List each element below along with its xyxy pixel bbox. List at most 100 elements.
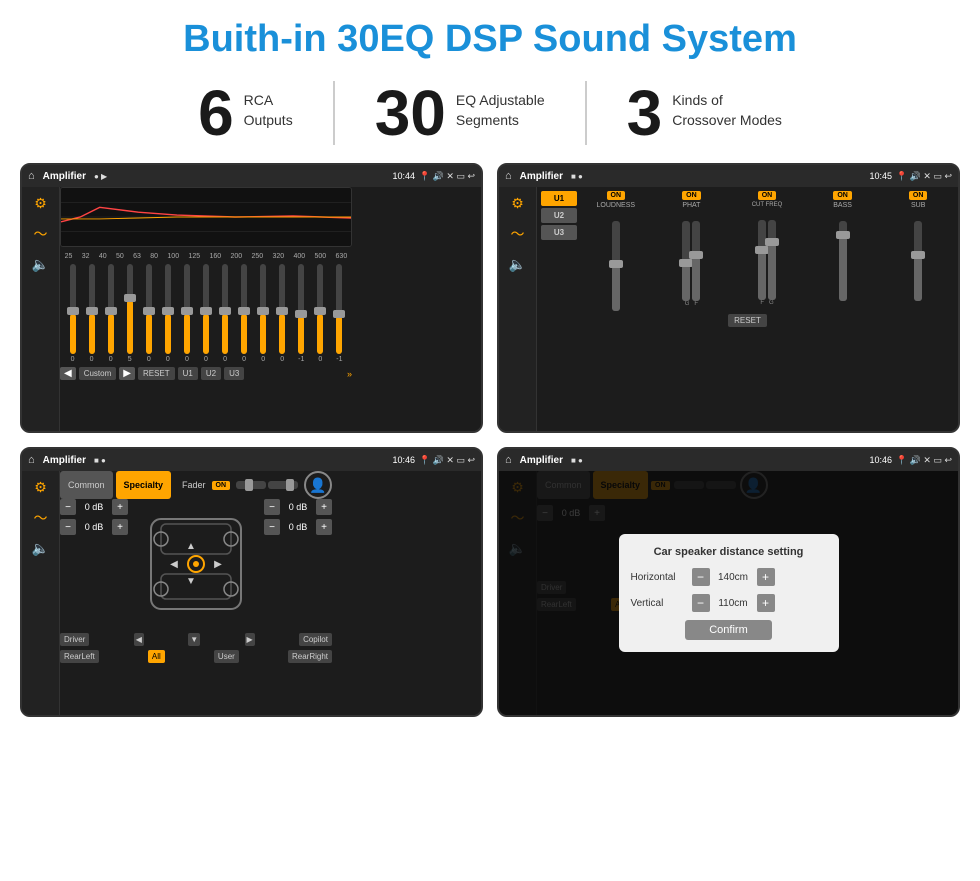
loudness-label: LOUDNESS [597,202,636,209]
confirm-button[interactable]: Confirm [685,620,772,640]
db-row-2: − 0 dB + [60,519,128,535]
bass-label: BASS [833,202,852,209]
screen3-title: Amplifier [43,455,86,466]
bass-on[interactable]: ON [833,191,852,200]
cutfreq-slider-f[interactable] [758,220,766,300]
sub-on[interactable]: ON [909,191,928,200]
horizontal-plus[interactable]: + [757,568,775,586]
phat-slider-f[interactable] [692,221,700,301]
plus-btn-4[interactable]: + [316,519,332,535]
eq-mode-icon[interactable]: ⚙ [34,195,47,212]
home-icon-1[interactable]: ⌂ [28,170,35,182]
bottom-buttons-3: Driver ◀ ▼ ▶ Copilot [60,633,332,646]
u1-button-1[interactable]: U1 [178,367,198,380]
status-bar-2: ⌂ Amplifier ■ ● 10:45 📍 🔊 ✕ ▭ ↩ [499,165,958,187]
db-row-3: − 0 dB + [264,499,332,515]
more-icon: » [347,369,352,379]
screen1-title: Amplifier [43,171,86,182]
stat-item-eq: 30 EQ AdjustableSegments [335,81,587,145]
dots-2: ■ ● [571,172,583,181]
dialog-box: Car speaker distance setting Horizontal … [619,534,839,652]
amp2-bottom: RESET [541,314,954,327]
minus-btn-3[interactable]: − [264,499,280,515]
rearleft-btn-3[interactable]: RearLeft [60,650,99,663]
down-arrow-3[interactable]: ▼ [188,633,200,646]
all-btn-3[interactable]: All [148,650,165,663]
left-arrow-3[interactable]: ◀ [134,633,144,646]
speaker-icon-2[interactable]: 🔈 [509,256,526,273]
home-icon-2[interactable]: ⌂ [505,170,512,182]
left-sidebar-1: ⚙ 〜 🔈 [22,187,60,431]
left-sidebar-3: ⚙ 〜 🔈 [22,471,60,715]
avatar-icon-3[interactable]: 👤 [304,471,332,499]
db-row-4: − 0 dB + [264,519,332,535]
plus-btn-3[interactable]: + [316,499,332,515]
db-row-1: − 0 dB + [60,499,128,515]
svg-text:▼: ▼ [186,576,196,587]
home-icon-3[interactable]: ⌂ [28,454,35,466]
fader-on-btn[interactable]: ON [212,481,231,490]
vertical-plus[interactable]: + [757,594,775,612]
loudness-on[interactable]: ON [607,191,626,200]
u2-preset[interactable]: U2 [541,208,577,223]
bass-channel: ON BASS [807,191,879,311]
loudness-slider[interactable] [612,221,620,311]
copilot-btn-3[interactable]: Copilot [299,633,332,646]
home-icon-4[interactable]: ⌂ [505,454,512,466]
custom-button[interactable]: Custom [79,367,117,380]
reset-button-2[interactable]: RESET [728,314,767,327]
minus-btn-1[interactable]: − [60,499,76,515]
slider-col-10: 0 [236,264,253,363]
phat-label: PHAT [682,202,700,209]
vertical-minus[interactable]: − [692,594,710,612]
reset-button-1[interactable]: RESET [138,367,175,380]
next-button[interactable]: ▶ [119,367,135,380]
cutfreq-slider-g[interactable] [768,220,776,300]
phat-slider-g[interactable] [682,221,690,301]
stat-number-eq: 30 [375,81,446,145]
prev-button[interactable]: ◀ [60,367,76,380]
eq-main-area: 2532405063 80100125160200 25032040050063… [60,187,352,431]
bass-slider[interactable] [839,221,847,301]
wave-icon[interactable]: 〜 [34,224,48,244]
eq-sliders: 0 0 0 5 0 [60,264,352,363]
plus-btn-2[interactable]: + [112,519,128,535]
slider-col-1: 0 [64,264,81,363]
horizontal-minus[interactable]: − [692,568,710,586]
rearright-btn-3[interactable]: RearRight [288,650,332,663]
status-bar-1: ⌂ Amplifier ● ▶ 10:44 📍 🔊 ✕ ▭ ↩ [22,165,481,187]
eq-graph [60,187,352,247]
u3-button-1[interactable]: U3 [224,367,244,380]
dots-1: ● ▶ [94,172,107,181]
sub-slider-g[interactable] [914,221,922,301]
speaker-icon-3[interactable]: 🔈 [32,540,49,557]
u1-preset[interactable]: U1 [541,191,577,206]
screen3-time: 10:46 [392,455,415,465]
fader-label: Fader [182,480,206,490]
dialog-overlay: Car speaker distance setting Horizontal … [499,471,958,715]
u2-button-1[interactable]: U2 [201,367,221,380]
minus-btn-2[interactable]: − [60,519,76,535]
specialty-tab-3[interactable]: Specialty [116,471,172,499]
db-value-3: 0 dB [284,502,312,512]
stat-number-crossover: 3 [627,81,663,145]
right-arrow-3[interactable]: ▶ [245,633,255,646]
common-tab-3[interactable]: Common [60,471,113,499]
stat-item-crossover: 3 Kinds ofCrossover Modes [587,81,822,145]
speaker-icon[interactable]: 🔈 [32,256,49,273]
wave-icon-2[interactable]: 〜 [511,224,525,244]
user-btn-3[interactable]: User [214,650,239,663]
wave-icon-3[interactable]: 〜 [34,508,48,528]
eq-icon-2[interactable]: ⚙ [511,195,524,212]
horizontal-label: Horizontal [631,572,686,583]
screen-fader: ⌂ Amplifier ■ ● 10:46 📍 🔊 ✕ ▭ ↩ ⚙ 〜 🔈 Co… [20,447,483,717]
plus-btn-1[interactable]: + [112,499,128,515]
speaker-diagram-wrapper: ▲ ▼ ◀ ▶ [136,499,256,629]
u3-preset[interactable]: U3 [541,225,577,240]
phat-on[interactable]: ON [682,191,701,200]
cutfreq-on[interactable]: ON [758,191,777,200]
status-icons-1: 📍 🔊 ✕ ▭ ↩ [419,171,475,182]
minus-btn-4[interactable]: − [264,519,280,535]
eq-icon-3[interactable]: ⚙ [34,479,47,496]
driver-btn-3[interactable]: Driver [60,633,89,646]
